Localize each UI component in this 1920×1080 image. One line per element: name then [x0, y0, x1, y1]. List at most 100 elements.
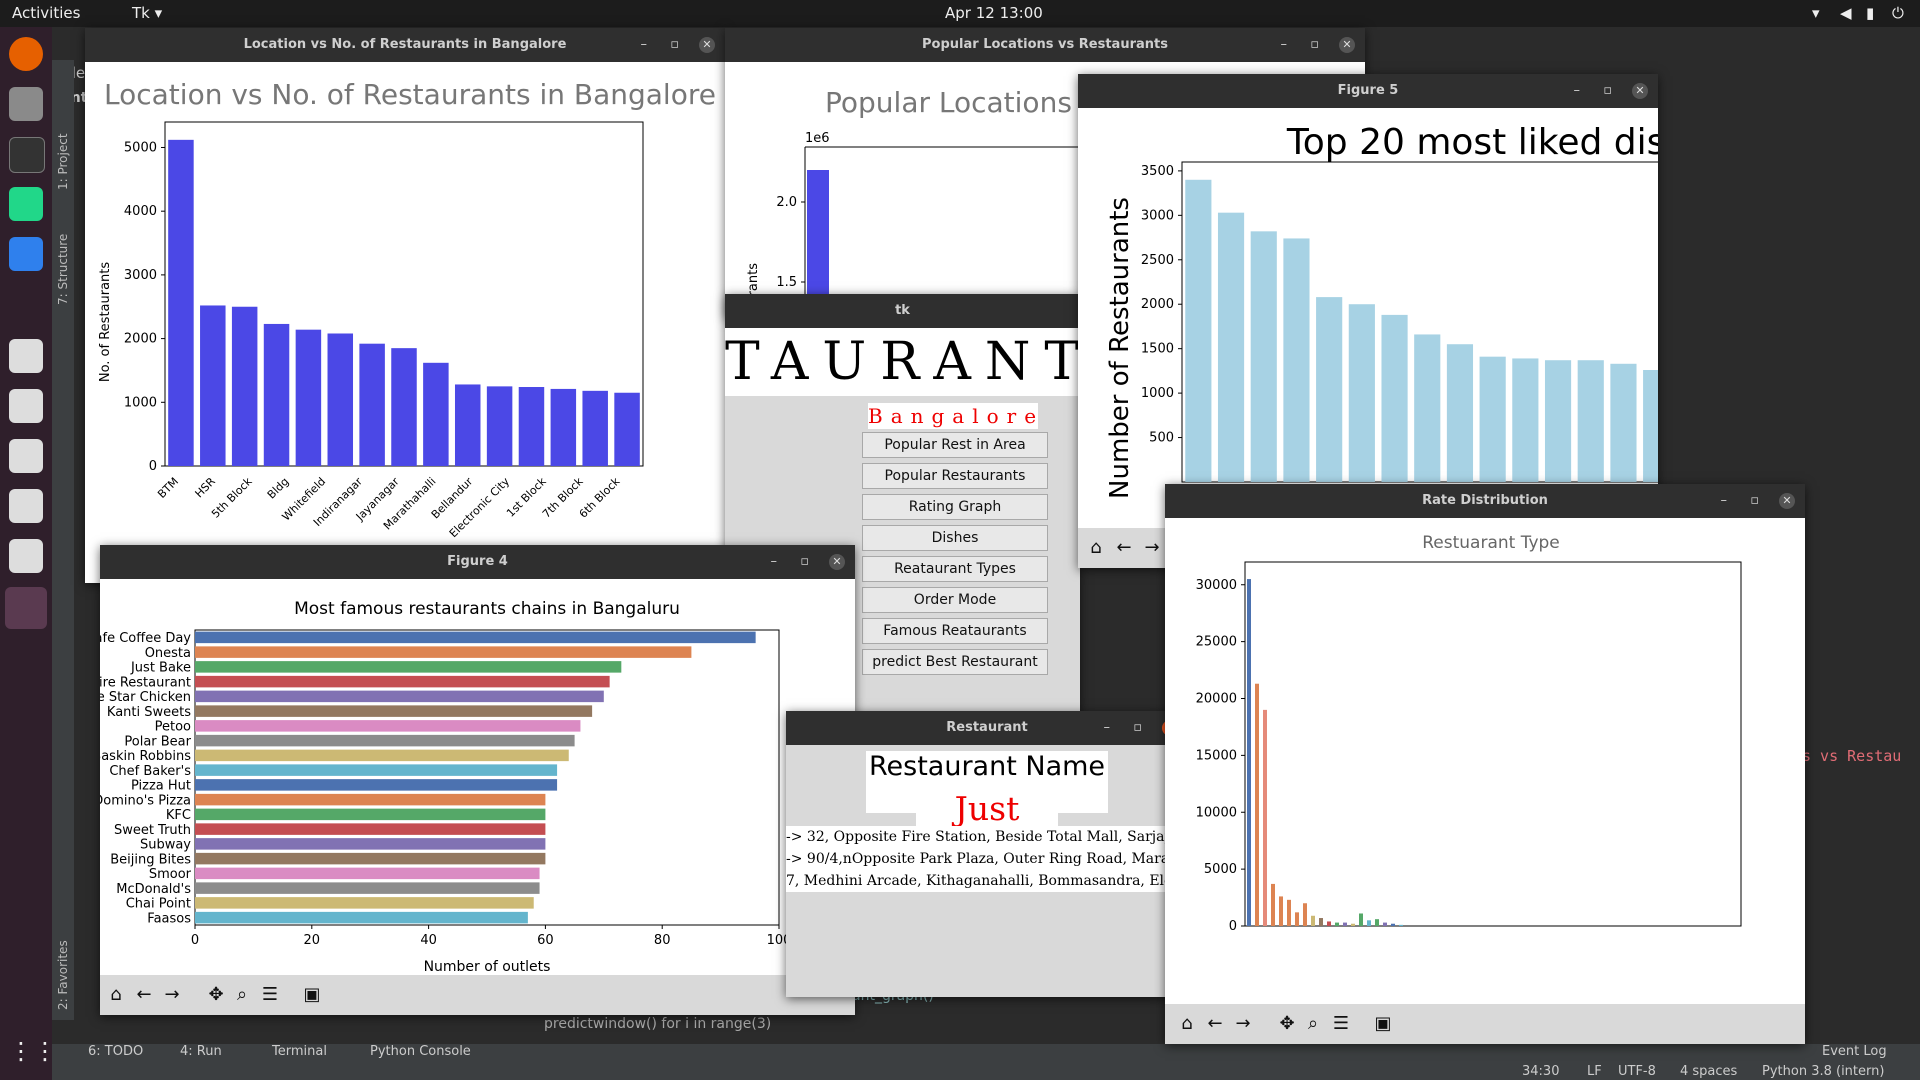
close-icon[interactable]: ✕ — [829, 554, 845, 570]
zoom-icon[interactable]: ⌕ — [230, 983, 254, 1007]
bar — [1383, 922, 1387, 926]
bar — [1391, 923, 1395, 926]
minimize-icon[interactable]: – — [771, 545, 778, 579]
show-apps-icon[interactable]: ⋮⋮ — [9, 1037, 57, 1071]
vscode-icon[interactable] — [9, 237, 43, 271]
project-tool-tab[interactable]: 1: Project — [56, 133, 70, 190]
y-tick-label: 15000 — [1196, 748, 1237, 763]
activities-button[interactable]: Activities — [12, 4, 80, 22]
minimize-icon[interactable]: – — [641, 28, 648, 62]
dishes-button[interactable]: Dishes — [862, 525, 1048, 551]
bar — [295, 329, 322, 466]
line-separator[interactable]: LF — [1587, 1064, 1602, 1079]
save-icon[interactable]: ▣ — [300, 983, 324, 1007]
bar — [1263, 709, 1267, 926]
wifi-icon[interactable]: ▾ — [1812, 4, 1820, 22]
python-app-icon[interactable] — [9, 489, 43, 523]
location-chart-window: Location vs No. of Restaurants in Bangal… — [85, 28, 725, 583]
python-app-icon[interactable] — [9, 539, 43, 573]
event-log-tab[interactable]: Event Log — [1822, 1044, 1887, 1059]
forward-icon[interactable]: → — [160, 983, 184, 1007]
interpreter[interactable]: Python 3.8 (intern) — [1762, 1064, 1884, 1079]
bar — [195, 661, 622, 673]
structure-tool-tab[interactable]: 7: Structure — [56, 234, 70, 305]
back-icon[interactable]: ← — [132, 983, 156, 1007]
indent-setting[interactable]: 4 spaces — [1680, 1064, 1737, 1079]
predict-best-restaurant-button[interactable]: predict Best Restaurant — [862, 649, 1048, 675]
home-icon[interactable]: ⌂ — [1175, 1012, 1199, 1036]
restaurant-types-button[interactable]: Reataurant Types — [862, 556, 1048, 582]
bar — [195, 882, 540, 894]
minimize-icon[interactable]: – — [1721, 484, 1728, 518]
python-app-icon[interactable] — [9, 389, 43, 423]
power-icon[interactable]: ⏻ — [1892, 4, 1904, 22]
pan-icon[interactable]: ✥ — [1275, 1012, 1299, 1036]
run-tab[interactable]: 4: Run — [180, 1044, 222, 1059]
firefox-icon[interactable] — [9, 37, 43, 71]
bar — [1250, 231, 1277, 482]
home-icon[interactable]: ⌂ — [104, 983, 128, 1007]
maximize-icon[interactable]: ▫ — [1133, 711, 1142, 745]
todo-tab[interactable]: 6: TODO — [88, 1044, 143, 1059]
close-icon[interactable]: ✕ — [1779, 493, 1795, 509]
pycharm-icon[interactable] — [9, 187, 43, 221]
y-tick-label: Chai Point — [126, 897, 191, 912]
volume-icon[interactable]: ◀ — [1840, 4, 1852, 22]
save-icon[interactable]: ▣ — [1371, 1012, 1395, 1036]
y-tick-label: Pizza Hut — [131, 779, 191, 794]
famous-restaurants-button[interactable]: Famous Reataurants — [862, 618, 1048, 644]
configure-icon[interactable]: ☰ — [1329, 1012, 1353, 1036]
back-icon[interactable]: ← — [1203, 1012, 1227, 1036]
clock[interactable]: Apr 12 13:00 — [945, 4, 1043, 22]
popular-restaurants-button[interactable]: Popular Restaurants — [862, 463, 1048, 489]
file-encoding[interactable]: UTF-8 — [1618, 1064, 1656, 1079]
bar — [195, 646, 692, 658]
python-app-icon[interactable] — [9, 339, 43, 373]
python-app-icon[interactable] — [9, 439, 43, 473]
y-tick-label: 1000 — [1141, 386, 1174, 401]
minimize-icon[interactable]: – — [1104, 711, 1111, 745]
bar — [1399, 924, 1403, 926]
window-title: Restaurant — [946, 720, 1028, 735]
y-tick-label: Smoor — [149, 867, 192, 882]
bar — [1283, 238, 1310, 482]
close-icon[interactable]: ✕ — [1339, 37, 1355, 53]
order-mode-button[interactable]: Order Mode — [862, 587, 1048, 613]
maximize-icon[interactable]: ▫ — [1310, 28, 1319, 62]
cursor-position[interactable]: 34:30 — [1522, 1064, 1559, 1079]
bar — [1335, 922, 1339, 926]
files-icon[interactable] — [9, 87, 43, 121]
close-icon[interactable]: ✕ — [1632, 83, 1648, 99]
favorites-tool-tab[interactable]: 2: Favorites — [56, 940, 70, 1010]
y-tick-label: Just Bake — [130, 661, 191, 676]
maximize-icon[interactable]: ▫ — [1603, 74, 1612, 108]
minimize-icon[interactable]: – — [1574, 74, 1581, 108]
x-tick-label: 6th Block — [577, 474, 623, 520]
rating-graph-button[interactable]: Rating Graph — [862, 494, 1048, 520]
bar — [195, 749, 569, 762]
terminal-tab[interactable]: Terminal — [272, 1044, 327, 1059]
python-console-tab[interactable]: Python Console — [370, 1044, 471, 1059]
bar — [195, 690, 604, 703]
y-tick-label: Domino's Pizza — [100, 793, 191, 808]
maximize-icon[interactable]: ▫ — [800, 545, 809, 579]
back-icon[interactable]: ← — [1112, 536, 1136, 560]
y-tick-label: 2.0 — [776, 195, 797, 210]
workspace-icon[interactable] — [5, 587, 47, 629]
app-menu[interactable]: Tk ▾ — [132, 4, 162, 22]
battery-icon[interactable]: ▮ — [1866, 4, 1874, 22]
x-tick-label: 5th Block — [209, 474, 255, 520]
home-icon[interactable]: ⌂ — [1084, 536, 1108, 560]
forward-icon[interactable]: → — [1140, 536, 1164, 560]
configure-icon[interactable]: ☰ — [258, 983, 282, 1007]
y-tick-label: Five Star Chicken — [100, 690, 191, 705]
zoom-icon[interactable]: ⌕ — [1301, 1012, 1325, 1036]
maximize-icon[interactable]: ▫ — [670, 28, 679, 62]
terminal-icon[interactable] — [9, 137, 45, 173]
popular-rest-in-area-button[interactable]: Popular Rest in Area — [862, 432, 1048, 458]
forward-icon[interactable]: → — [1231, 1012, 1255, 1036]
maximize-icon[interactable]: ▫ — [1750, 484, 1759, 518]
minimize-icon[interactable]: – — [1281, 28, 1288, 62]
close-icon[interactable]: ✕ — [699, 37, 715, 53]
pan-icon[interactable]: ✥ — [204, 983, 228, 1007]
